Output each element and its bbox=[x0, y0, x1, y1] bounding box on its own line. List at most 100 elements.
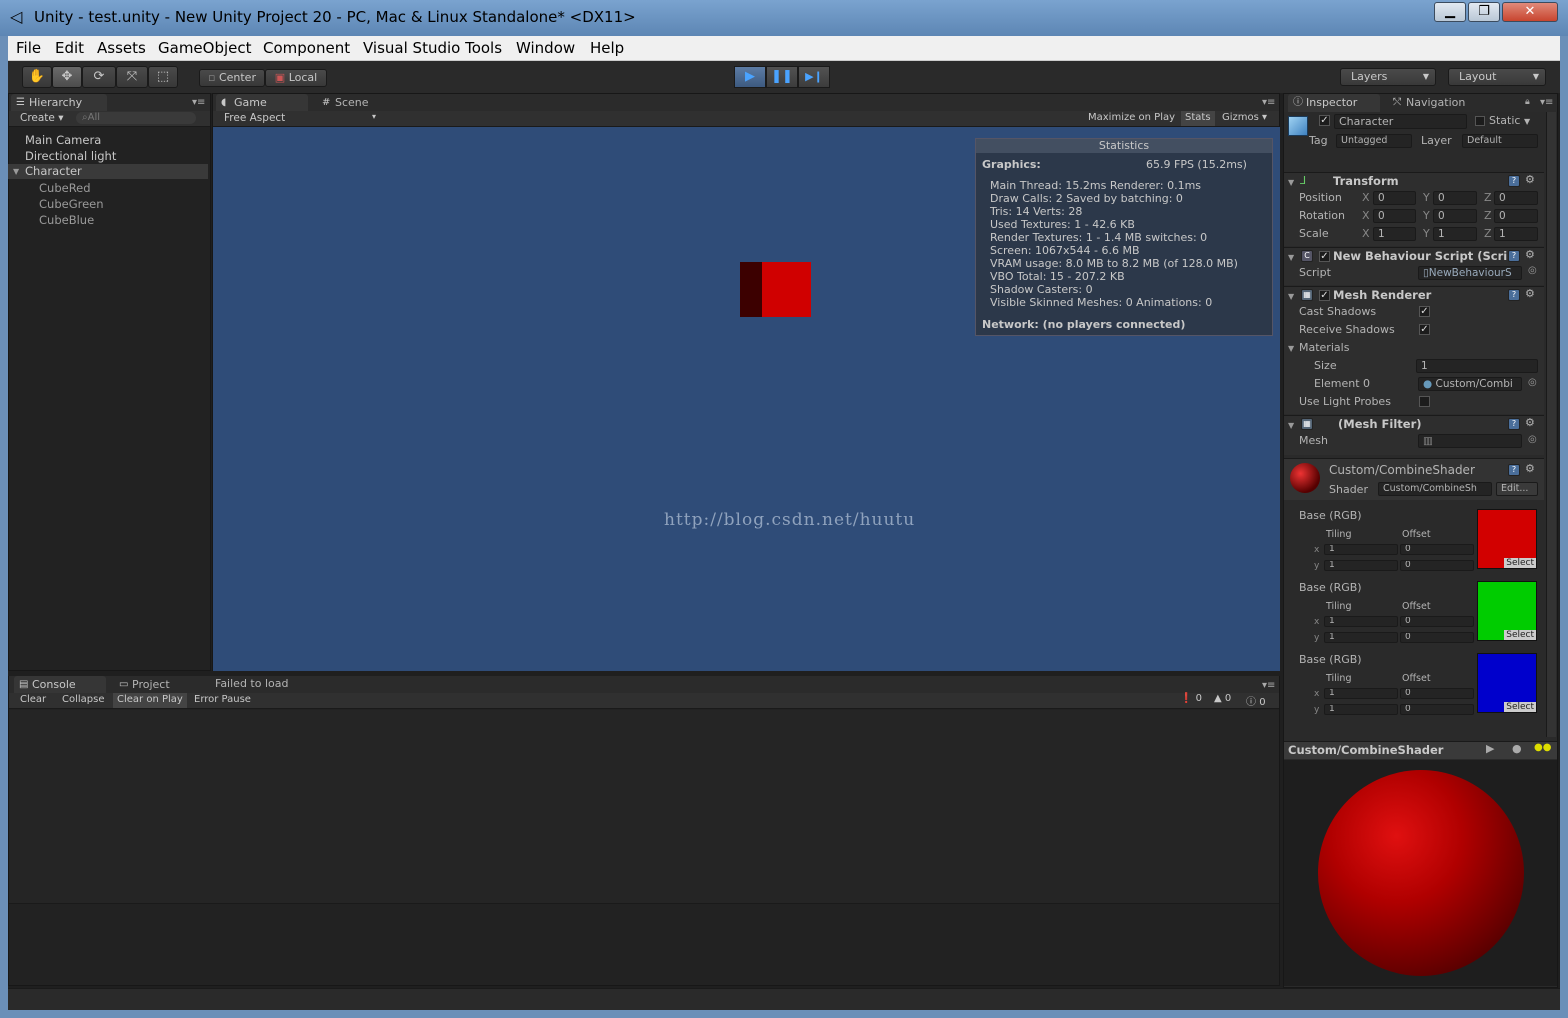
active-checkbox[interactable]: ✓ bbox=[1319, 115, 1330, 126]
layer-dropdown[interactable]: Default bbox=[1462, 134, 1538, 148]
console-log-count-toggle[interactable]: ⓘ 0 bbox=[1246, 693, 1266, 708]
receive-shadows-checkbox[interactable]: ✓ bbox=[1419, 324, 1430, 335]
maximize-button[interactable]: ❐ bbox=[1468, 2, 1500, 22]
gear-icon[interactable]: ⚙ bbox=[1525, 462, 1535, 475]
hierarchy-search-input[interactable]: ⌕All bbox=[76, 112, 196, 124]
texture-swatch-green[interactable]: Select bbox=[1477, 581, 1537, 641]
menu-window[interactable]: Window bbox=[516, 39, 575, 57]
console-clear-on-play-toggle[interactable]: Clear on Play bbox=[113, 693, 187, 708]
tiling-x-field[interactable]: 1 bbox=[1324, 616, 1398, 627]
menu-visual-studio-tools[interactable]: Visual Studio Tools bbox=[363, 39, 502, 57]
inspector-scrollbar[interactable] bbox=[1546, 112, 1556, 737]
tiling-x-field[interactable]: 1 bbox=[1324, 688, 1398, 699]
mesh-renderer-enabled-checkbox[interactable]: ✓ bbox=[1319, 290, 1330, 301]
hierarchy-item-cubeblue[interactable]: CubeBlue bbox=[39, 213, 94, 227]
gear-icon[interactable]: ⚙ bbox=[1525, 416, 1535, 429]
console-error-pause-toggle[interactable]: Error Pause bbox=[194, 694, 251, 705]
hierarchy-item-directional-light[interactable]: Directional light bbox=[25, 149, 116, 163]
position-z-field[interactable]: 0 bbox=[1494, 191, 1538, 205]
offset-x-field[interactable]: 0 bbox=[1400, 544, 1474, 555]
preview-sphere-icon[interactable]: ● bbox=[1512, 742, 1522, 755]
static-dropdown[interactable]: Static ▼ bbox=[1489, 114, 1530, 127]
close-button[interactable]: ✕ bbox=[1502, 2, 1558, 22]
menu-gameobject[interactable]: GameObject bbox=[158, 39, 252, 57]
tiling-y-field[interactable]: 1 bbox=[1324, 560, 1398, 571]
hierarchy-item-main-camera[interactable]: Main Camera bbox=[25, 133, 101, 147]
minimize-button[interactable]: ▁ bbox=[1434, 2, 1466, 22]
stats-toggle[interactable]: Stats bbox=[1181, 111, 1215, 126]
offset-x-field[interactable]: 0 bbox=[1400, 688, 1474, 699]
panel-menu-icon[interactable]: ▾≡ bbox=[192, 97, 205, 108]
scale-y-field[interactable]: 1 bbox=[1433, 227, 1477, 241]
rotation-x-field[interactable]: 0 bbox=[1373, 209, 1416, 223]
help-book-icon[interactable]: ? bbox=[1508, 250, 1520, 262]
collapse-triangle-icon[interactable]: ▼ bbox=[1288, 253, 1294, 262]
lock-icon[interactable]: 🔒︎ bbox=[1525, 97, 1530, 107]
scale-z-field[interactable]: 1 bbox=[1494, 227, 1538, 241]
mesh-field[interactable]: ▥ bbox=[1418, 434, 1522, 448]
tab-project[interactable]: ▭ Project bbox=[114, 676, 198, 694]
offset-y-field[interactable]: 0 bbox=[1400, 560, 1474, 571]
gizmos-dropdown[interactable]: Gizmos ▾ bbox=[1222, 112, 1267, 123]
gear-icon[interactable]: ⚙ bbox=[1525, 287, 1535, 300]
tab-hierarchy[interactable]: ☰ Hierarchy bbox=[11, 94, 107, 112]
rotation-z-field[interactable]: 0 bbox=[1494, 209, 1538, 223]
menu-edit[interactable]: Edit bbox=[55, 39, 84, 57]
expand-triangle-icon[interactable]: ▼ bbox=[13, 167, 19, 176]
pause-button[interactable]: ❚❚ bbox=[766, 66, 798, 88]
element-0-field[interactable]: ● Custom/Combi bbox=[1418, 377, 1522, 391]
texture-select-button[interactable]: Select bbox=[1504, 630, 1536, 640]
tab-console[interactable]: ▤ Console bbox=[14, 676, 106, 694]
tab-inspector[interactable]: ⓘ Inspector bbox=[1288, 94, 1380, 112]
panel-menu-icon[interactable]: ▾≡ bbox=[1540, 97, 1553, 108]
offset-y-field[interactable]: 0 bbox=[1400, 704, 1474, 715]
offset-x-field[interactable]: 0 bbox=[1400, 616, 1474, 627]
hierarchy-create-button[interactable]: Create ▾ bbox=[20, 112, 64, 124]
collapse-triangle-icon[interactable]: ▼ bbox=[1288, 292, 1294, 301]
menu-assets[interactable]: Assets bbox=[97, 39, 146, 57]
static-checkbox[interactable] bbox=[1475, 116, 1485, 126]
gear-icon[interactable]: ⚙ bbox=[1525, 173, 1535, 186]
collapse-triangle-icon[interactable]: ▼ bbox=[1288, 178, 1294, 187]
console-collapse-toggle[interactable]: Collapse bbox=[62, 694, 105, 705]
tiling-x-field[interactable]: 1 bbox=[1324, 544, 1398, 555]
preview-play-icon[interactable]: ▶ bbox=[1486, 742, 1494, 755]
texture-swatch-red[interactable]: Select bbox=[1477, 509, 1537, 569]
script-enabled-checkbox[interactable]: ✓ bbox=[1319, 251, 1330, 262]
console-log-list[interactable] bbox=[9, 710, 1279, 904]
collapse-triangle-icon[interactable]: ▼ bbox=[1288, 421, 1294, 430]
console-error-count-toggle[interactable]: ❗ 0 bbox=[1180, 693, 1202, 704]
tiling-y-field[interactable]: 1 bbox=[1324, 632, 1398, 643]
use-light-probes-checkbox[interactable] bbox=[1419, 396, 1430, 407]
hierarchy-item-cubegreen[interactable]: CubeGreen bbox=[39, 197, 104, 211]
scale-tool-button[interactable]: ⤧ bbox=[116, 66, 148, 88]
console-clear-button[interactable]: Clear bbox=[20, 694, 46, 705]
move-tool-button[interactable]: ✥ bbox=[52, 66, 82, 88]
script-object-field[interactable]: ▯NewBehaviourS bbox=[1418, 266, 1522, 280]
scale-x-field[interactable]: 1 bbox=[1373, 227, 1416, 241]
tab-navigation[interactable]: ⤲ Navigation bbox=[1388, 94, 1484, 112]
cast-shadows-checkbox[interactable]: ✓ bbox=[1419, 306, 1430, 317]
hierarchy-item-cubered[interactable]: CubeRed bbox=[39, 181, 91, 195]
rotate-tool-button[interactable]: ⟳ bbox=[82, 66, 116, 88]
layout-dropdown[interactable]: Layout ▼ bbox=[1448, 68, 1546, 86]
menu-help[interactable]: Help bbox=[590, 39, 624, 57]
texture-swatch-blue[interactable]: Select bbox=[1477, 653, 1537, 713]
layers-dropdown[interactable]: Layers ▼ bbox=[1340, 68, 1436, 86]
object-picker-icon[interactable]: ◎ bbox=[1528, 265, 1537, 276]
offset-y-field[interactable]: 0 bbox=[1400, 632, 1474, 643]
maximize-on-play-toggle[interactable]: Maximize on Play bbox=[1088, 112, 1175, 123]
step-button[interactable]: ▶❙ bbox=[798, 66, 830, 88]
play-button[interactable]: ▶ bbox=[734, 66, 766, 88]
aspect-dropdown[interactable]: Free Aspect ▾ bbox=[224, 112, 378, 124]
rotation-y-field[interactable]: 0 bbox=[1433, 209, 1477, 223]
object-name-field[interactable]: Character bbox=[1334, 114, 1467, 129]
texture-select-button[interactable]: Select bbox=[1504, 702, 1536, 712]
menu-file[interactable]: File bbox=[16, 39, 41, 57]
tiling-y-field[interactable]: 1 bbox=[1324, 704, 1398, 715]
materials-expand-icon[interactable]: ▼ bbox=[1288, 344, 1294, 353]
tab-game[interactable]: ◖ Game bbox=[216, 94, 308, 112]
hierarchy-item-character[interactable]: ▼ Character bbox=[8, 164, 208, 179]
rect-tool-button[interactable]: ⬚ bbox=[148, 66, 178, 88]
help-book-icon[interactable]: ? bbox=[1508, 464, 1520, 476]
